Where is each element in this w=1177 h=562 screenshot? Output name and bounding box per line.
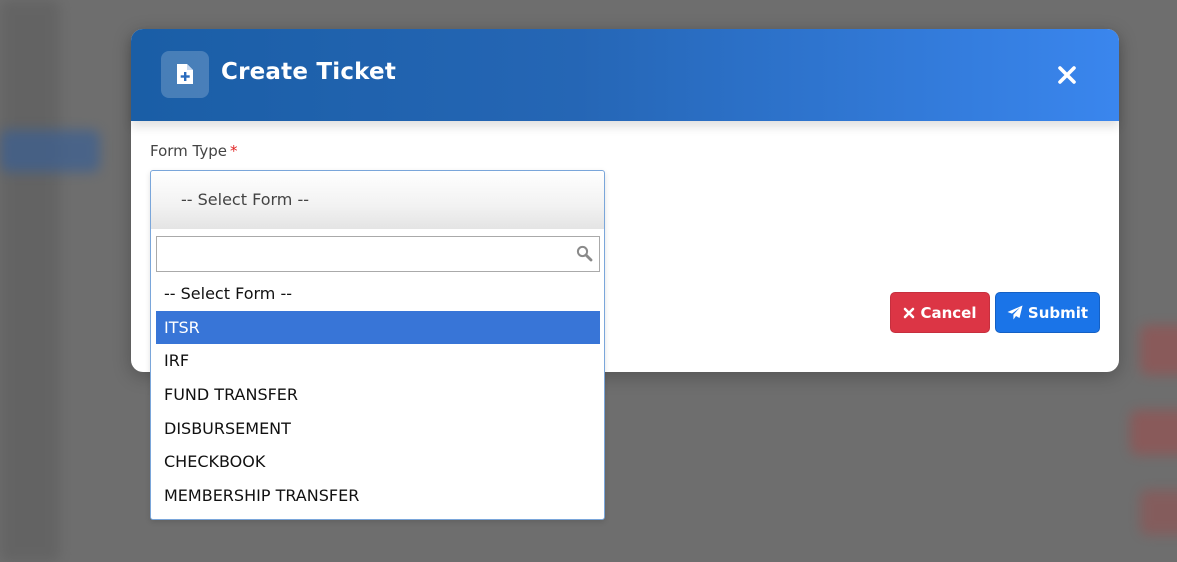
cancel-button[interactable]: Cancel [890,292,990,333]
create-ticket-modal: Create Ticket Form Type * -- Select Form … [131,29,1119,520]
background-overlay [0,0,60,562]
background-element [0,130,100,172]
form-type-label: Form Type * [150,142,238,160]
select-search-input[interactable] [157,237,579,269]
select-option-placeholder[interactable]: -- Select Form -- [156,277,600,311]
select-option-irf[interactable]: IRF [156,344,600,378]
select-option-checkbook[interactable]: CHECKBOOK [156,445,600,479]
search-icon [576,245,593,262]
select-current-value[interactable]: -- Select Form -- [151,171,604,229]
select-option-disbursement[interactable]: DISBURSEMENT [156,412,600,446]
form-type-select[interactable]: -- Select Form -- -- Select Form -- ITSR… [150,170,605,520]
modal-title: Create Ticket [221,59,397,85]
select-options-list: -- Select Form -- ITSR IRF FUND TRANSFER… [156,277,600,513]
select-option-itsr[interactable]: ITSR [156,310,600,345]
select-search-box[interactable] [156,236,600,272]
submit-button[interactable]: Submit [995,292,1100,333]
submit-button-label: Submit [1027,303,1089,322]
select-option-fund-transfer[interactable]: FUND TRANSFER [156,378,600,412]
background-element [1140,490,1177,535]
modal-header: Create Ticket [131,29,1119,121]
background-element [1130,410,1177,455]
background-element [1140,325,1177,375]
file-plus-icon [161,51,209,98]
select-option-membership-transfer[interactable]: MEMBERSHIP TRANSFER [156,479,600,513]
cancel-button-label: Cancel [920,303,977,322]
paper-plane-icon [1007,305,1023,320]
required-mark: * [230,142,238,160]
close-icon [1058,66,1076,84]
form-type-label-text: Form Type [150,142,228,160]
close-icon [904,307,915,318]
select-current-text: -- Select Form -- [181,190,310,209]
close-button[interactable] [1053,61,1081,89]
